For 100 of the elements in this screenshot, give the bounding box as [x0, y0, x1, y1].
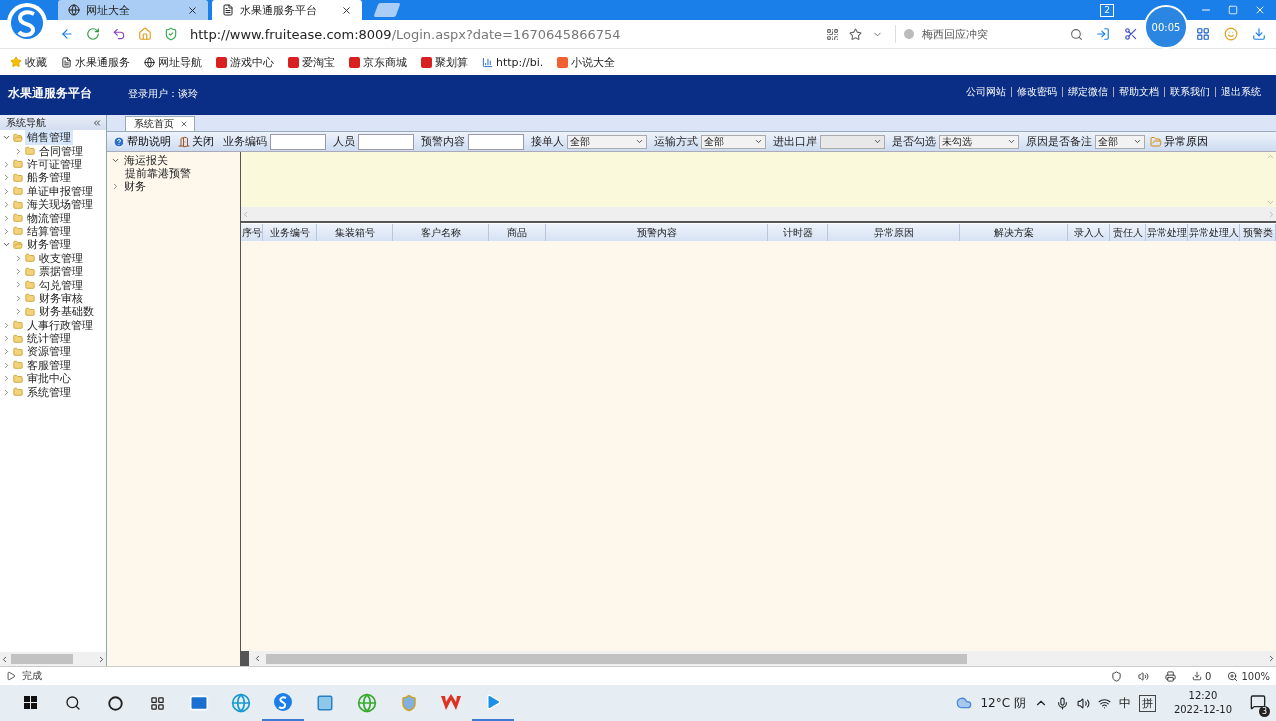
- header-link[interactable]: 公司网站: [961, 87, 1011, 97]
- tree-item[interactable]: 结算管理: [25, 223, 73, 239]
- scroll-up-icon[interactable]: [1265, 152, 1275, 161]
- close-button[interactable]: 关闭: [176, 134, 216, 149]
- scroll-down-icon[interactable]: [1265, 198, 1275, 207]
- undo-icon[interactable]: [112, 27, 126, 41]
- chevron-right-icon[interactable]: [2, 360, 11, 370]
- tree-item[interactable]: 系统管理: [25, 384, 73, 400]
- column-header[interactable]: 业务编号: [263, 224, 317, 241]
- chevron-right-icon[interactable]: [2, 226, 11, 236]
- filter-select[interactable]: 未勾选: [939, 134, 1019, 149]
- column-header[interactable]: 责任人: [1110, 224, 1146, 241]
- header-link[interactable]: 绑定微信: [1062, 87, 1113, 97]
- weather-text[interactable]: 12°C 阴: [980, 694, 1026, 712]
- chevron-right-icon[interactable]: [2, 186, 11, 196]
- column-header[interactable]: 序号: [241, 224, 263, 241]
- tree-item[interactable]: 船务管理: [25, 170, 73, 186]
- download-icon[interactable]: [1252, 27, 1266, 41]
- tab-counter[interactable]: 2: [1100, 3, 1114, 17]
- column-header[interactable]: 异常处理人: [1188, 224, 1240, 241]
- chevron-right-icon[interactable]: [2, 200, 11, 210]
- tree-item[interactable]: 合同管理: [37, 143, 85, 159]
- bookmark-link[interactable]: 游戏中心: [216, 54, 274, 70]
- tree-item[interactable]: 销售管理: [25, 130, 73, 146]
- tree-item[interactable]: 人事行政管理: [25, 317, 95, 333]
- chevron-right-icon[interactable]: [111, 182, 120, 191]
- reason-button[interactable]: 异常原因: [1148, 134, 1210, 149]
- chevron-right-icon[interactable]: [14, 253, 23, 263]
- tree-item[interactable]: 票据管理: [37, 264, 85, 280]
- page-tab[interactable]: 系统首页: [125, 116, 195, 131]
- bookmark-link[interactable]: 网址导航: [144, 54, 202, 70]
- close-icon[interactable]: [180, 120, 188, 128]
- column-header[interactable]: 客户名称: [393, 224, 489, 241]
- help-button[interactable]: 帮助说明: [111, 134, 173, 149]
- column-header[interactable]: 异常处理: [1146, 224, 1188, 241]
- tree-item[interactable]: 资源管理: [25, 344, 73, 360]
- header-link[interactable]: 帮助文档: [1113, 87, 1164, 97]
- tree-item[interactable]: 许可证管理: [25, 157, 84, 172]
- cloud-icon[interactable]: [956, 695, 973, 711]
- bookmark-link[interactable]: 水果通服务: [61, 54, 130, 70]
- zoom-level[interactable]: 100%: [1227, 670, 1270, 682]
- wifi-icon[interactable]: [1097, 696, 1111, 710]
- refresh-icon[interactable]: [86, 27, 100, 41]
- chevron-right-icon[interactable]: [2, 173, 11, 183]
- play-icon[interactable]: [6, 671, 16, 681]
- filter-select[interactable]: 全部: [1095, 134, 1145, 149]
- tree-item[interactable]: 单证申报管理: [25, 183, 95, 199]
- tree-item[interactable]: 财务管理: [25, 237, 73, 253]
- speaker-icon[interactable]: [1076, 696, 1090, 710]
- scroll-right-icon[interactable]: [97, 654, 106, 664]
- bookmark-link[interactable]: 京东商城: [349, 54, 407, 70]
- shield-icon[interactable]: [1111, 670, 1123, 682]
- column-header[interactable]: 集装箱号: [317, 224, 393, 241]
- tree-item[interactable]: 勾兑管理: [37, 277, 85, 293]
- filter-select[interactable]: 全部: [701, 134, 766, 149]
- new-tab-button[interactable]: [373, 3, 401, 17]
- column-header[interactable]: 解决方案: [960, 224, 1068, 241]
- scroll-left-icon[interactable]: [253, 654, 262, 663]
- chevron-right-icon[interactable]: [2, 320, 11, 330]
- filter-input[interactable]: [358, 133, 414, 150]
- header-link[interactable]: 修改密码: [1011, 87, 1062, 97]
- chevron-right-icon[interactable]: [2, 213, 11, 223]
- chevron-right-icon[interactable]: [14, 146, 23, 156]
- clock[interactable]: 12:20 2022-12-10: [1173, 689, 1232, 717]
- column-header[interactable]: 计时器: [768, 224, 828, 241]
- scissors-icon[interactable]: [1124, 27, 1138, 41]
- home-icon[interactable]: [138, 27, 152, 41]
- chevron-right-icon[interactable]: [2, 347, 11, 357]
- chevron-right-icon[interactable]: [2, 159, 11, 169]
- browser-tab[interactable]: 网址大全: [58, 0, 208, 20]
- tree-item[interactable]: 收支管理: [37, 250, 85, 266]
- bookmark-link[interactable]: http://bi.: [482, 55, 544, 69]
- tree-item[interactable]: 海关现场管理: [25, 197, 95, 213]
- chevron-right-icon[interactable]: [2, 387, 11, 397]
- close-icon[interactable]: [1254, 4, 1266, 16]
- chevron-right-icon[interactable]: [14, 293, 23, 303]
- tree-item[interactable]: 客服管理: [25, 357, 73, 373]
- filter-input[interactable]: [468, 133, 524, 150]
- header-link[interactable]: 联系我们: [1164, 87, 1215, 97]
- column-header[interactable]: 异常原因: [828, 224, 960, 241]
- login-icon[interactable]: [1096, 27, 1110, 41]
- chevron-right-icon[interactable]: [2, 374, 11, 384]
- tree-item[interactable]: 财务: [124, 179, 146, 194]
- search-field[interactable]: 梅西回应冲突: [895, 25, 1084, 43]
- back-icon[interactable]: [60, 27, 74, 41]
- star-icon[interactable]: [849, 27, 862, 41]
- tree-item[interactable]: 统计管理: [25, 331, 73, 347]
- chevron-down-icon[interactable]: [111, 156, 120, 165]
- tree-item[interactable]: 审批中心: [25, 371, 73, 387]
- printer-icon[interactable]: [1165, 670, 1177, 682]
- column-header[interactable]: 预警内容: [546, 224, 768, 241]
- chevron-right-icon[interactable]: [14, 267, 23, 277]
- bookmark-link[interactable]: 聚划算: [421, 54, 468, 70]
- mic-icon[interactable]: [1055, 696, 1069, 710]
- chevron-right-icon[interactable]: [14, 280, 23, 290]
- filter-select[interactable]: 全部: [567, 134, 647, 149]
- chevron-right-icon[interactable]: [2, 334, 11, 344]
- tree-item[interactable]: 海运报关: [124, 153, 168, 168]
- column-header[interactable]: 商品: [489, 224, 546, 241]
- bookmark-link[interactable]: 收藏: [10, 54, 47, 70]
